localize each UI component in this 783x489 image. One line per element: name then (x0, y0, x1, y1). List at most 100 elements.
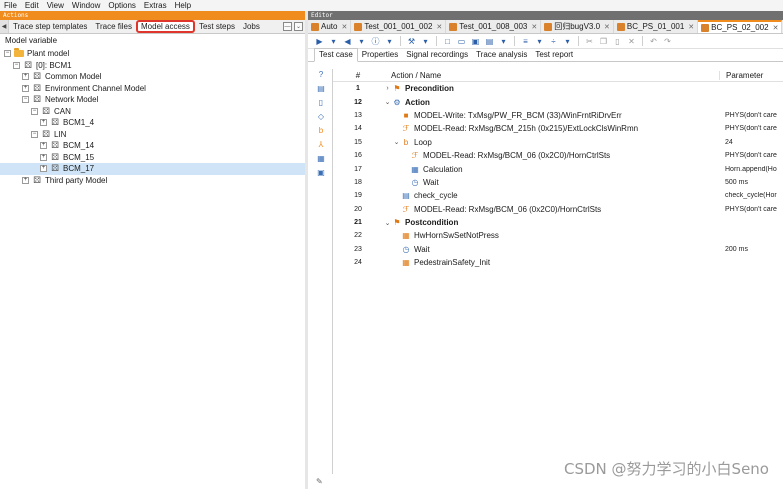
chevron-down-icon[interactable]: ⌄ (294, 22, 303, 31)
table-row[interactable]: 19 ▤ check_cycle check_cycle(Hor (333, 189, 783, 202)
print-icon[interactable]: ▤ (484, 36, 495, 47)
tab-model-access[interactable]: Model access (136, 20, 195, 33)
tab-trace-step-templates[interactable]: Trace step templates (9, 20, 91, 33)
chevron-icon[interactable]: › (383, 85, 392, 92)
expand-icon[interactable]: + (22, 176, 29, 184)
close-icon[interactable]: ✕ (531, 23, 537, 31)
copy-icon[interactable]: ❐ (598, 36, 609, 47)
editor-tab[interactable]: Test_001_001_002 ✕ (351, 20, 447, 33)
tools-icon[interactable]: ⚒ (406, 36, 417, 47)
table-row[interactable]: 23 ◷ Wait 200 ms (333, 243, 783, 256)
editor-tab[interactable]: 回归bugV3.0 ✕ (541, 20, 614, 33)
collapse-icon[interactable]: − (22, 96, 29, 104)
align-dropdown-icon[interactable]: ▾ (534, 36, 545, 47)
loop-icon[interactable]: b (316, 125, 326, 135)
branch-icon[interactable]: ⅄ (316, 139, 326, 149)
chevron-icon[interactable]: ⌄ (392, 138, 401, 146)
tree-item[interactable]: + ⚄ BCM1_4 (0, 117, 306, 129)
column-header-num[interactable]: # (333, 71, 383, 80)
save-icon[interactable]: ▣ (470, 36, 481, 47)
collapse-icon[interactable]: − (4, 50, 11, 58)
divide-dropdown-icon[interactable]: ▾ (562, 36, 573, 47)
run-icon[interactable]: ▶ (314, 36, 325, 47)
table-row[interactable]: 1 › ⚑ Precondition (333, 82, 783, 95)
comment-icon[interactable]: ▣ (316, 167, 326, 177)
menu-item-edit[interactable]: Edit (21, 0, 43, 11)
table-row[interactable]: 13 ■ MODEL-Write: TxMsg/PW_FR_BCM (33)/Win… (333, 109, 783, 122)
minimize-icon[interactable]: — (283, 22, 292, 31)
tab-trace-files[interactable]: Trace files (91, 20, 136, 33)
tree-item[interactable]: + ⚄ Common Model (0, 71, 306, 83)
info-icon[interactable]: ⓘ (370, 36, 381, 47)
table-row[interactable]: 18 ◷ Wait 500 ms (333, 176, 783, 189)
table-row[interactable]: 14 ℱ MODEL-Read: RxMsg/BCM_215h (0x215)/Ex… (333, 122, 783, 135)
print-dropdown-icon[interactable]: ▾ (498, 36, 509, 47)
document-icon[interactable]: ▤ (316, 83, 326, 93)
info-dropdown-icon[interactable]: ▾ (384, 36, 395, 47)
table-row[interactable]: 22 ▦ HwHornSwSetNotPress (333, 229, 783, 242)
column-header-action[interactable]: Action / Name (383, 71, 719, 80)
expand-icon[interactable]: + (40, 119, 47, 127)
table-row[interactable]: 15 ⌄ b Loop 24 (333, 136, 783, 149)
table-row[interactable]: 17 ▦ Calculation Horn.append(Ho (333, 162, 783, 175)
expand-icon[interactable]: + (40, 142, 47, 150)
paste-icon[interactable]: ▯ (612, 36, 623, 47)
shield-icon[interactable]: ◇ (316, 111, 326, 121)
expand-icon[interactable]: + (22, 84, 29, 92)
close-icon[interactable]: ✕ (688, 23, 694, 31)
tree-item[interactable]: − Plant model (0, 48, 306, 60)
column-header-parameter[interactable]: Parameter (719, 70, 783, 80)
tree-item[interactable]: + ⚄ Environment Channel Model (0, 83, 306, 95)
close-icon[interactable]: ✕ (436, 23, 442, 31)
tree-item[interactable]: − ⚄ LIN (0, 129, 306, 141)
menu-item-extras[interactable]: Extras (140, 0, 171, 11)
tree-item[interactable]: + ⚄ BCM_15 (0, 152, 306, 164)
menu-item-options[interactable]: Options (104, 0, 140, 11)
collapse-icon[interactable]: − (31, 130, 38, 138)
table-row[interactable]: 16 ℱ MODEL-Read: RxMsg/BCM_06 (0x2C0)/Horn… (333, 149, 783, 162)
chevron-icon[interactable]: ⌄ (383, 98, 392, 106)
tree-item[interactable]: − ⚄ [0]: BCM1 (0, 60, 306, 72)
tree-item[interactable]: + ⚄ Third party Model (0, 175, 306, 187)
tab-signal-recordings[interactable]: Signal recordings (402, 49, 472, 61)
align-icon[interactable]: ≡ (520, 36, 531, 47)
wrench-icon[interactable]: ✎ (316, 477, 323, 486)
expand-icon[interactable]: + (40, 165, 47, 173)
editor-tab[interactable]: BC_PS_01_001 ✕ (614, 20, 699, 33)
page-icon[interactable]: ▯ (316, 97, 326, 107)
close-icon[interactable]: ✕ (341, 23, 347, 31)
undo-icon[interactable]: ↶ (648, 36, 659, 47)
volume-icon[interactable]: ◀ (342, 36, 353, 47)
delete-icon[interactable]: ✕ (626, 36, 637, 47)
chevron-icon[interactable]: ⌄ (383, 219, 392, 227)
tab-jobs[interactable]: Jobs (239, 20, 264, 33)
cut-icon[interactable]: ✂ (584, 36, 595, 47)
run-dropdown-icon[interactable]: ▾ (328, 36, 339, 47)
volume-dropdown-icon[interactable]: ▾ (356, 36, 367, 47)
tab-trace-analysis[interactable]: Trace analysis (472, 49, 531, 61)
expand-icon[interactable]: + (40, 153, 47, 161)
tab-test-steps[interactable]: Test steps (195, 20, 239, 33)
menu-item-view[interactable]: View (43, 0, 68, 11)
table-row[interactable]: 20 ℱ MODEL-Read: RxMsg/BCM_06 (0x2C0)/Horn… (333, 203, 783, 216)
help-icon[interactable]: ? (316, 69, 326, 79)
editor-tab[interactable]: BC_PS_02_002 ✕ (698, 20, 783, 33)
menu-item-window[interactable]: Window (68, 0, 104, 11)
table-row[interactable]: 21 ⌄ ⚑ Postcondition (333, 216, 783, 229)
tree-item[interactable]: − ⚄ Network Model (0, 94, 306, 106)
tab-test-case[interactable]: Test case (314, 48, 358, 62)
editor-tab[interactable]: Test_001_008_003 ✕ (446, 20, 542, 33)
collapse-icon[interactable]: − (31, 107, 38, 115)
tab-test-report[interactable]: Test report (531, 49, 577, 61)
editor-tab[interactable]: Auto ✕ (308, 20, 352, 33)
package-icon[interactable]: ▦ (316, 153, 326, 163)
tab-properties[interactable]: Properties (358, 49, 402, 61)
tree-item[interactable]: − ⚄ CAN (0, 106, 306, 118)
open-folder-icon[interactable]: ▭ (456, 36, 467, 47)
collapse-icon[interactable]: − (13, 61, 20, 69)
table-row[interactable]: 24 ▦ PedestrainSafety_Init (333, 256, 783, 269)
new-file-icon[interactable]: □ (442, 36, 453, 47)
tab-scroll-left-icon[interactable]: ◀ (0, 20, 9, 33)
tree-item[interactable]: + ⚄ BCM_17 (0, 163, 306, 175)
expand-icon[interactable]: + (22, 73, 29, 81)
